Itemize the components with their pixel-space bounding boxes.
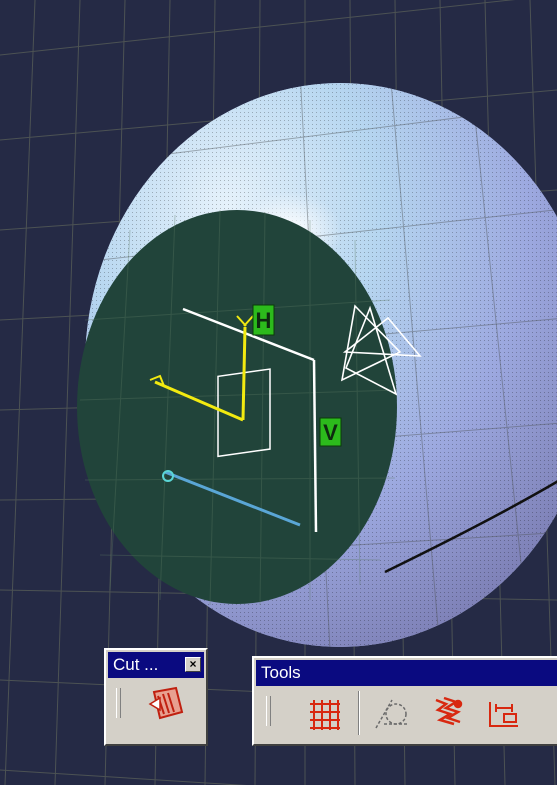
tools-toolbar-title: Tools <box>261 663 301 682</box>
cut-toolbar-title: Cut ... <box>113 655 159 674</box>
cut-part-by-plane-icon <box>148 686 184 720</box>
tools-toolbar[interactable]: Tools <box>252 656 557 746</box>
sketch-grid-icon <box>310 700 340 730</box>
axis-label-v: V <box>319 417 342 447</box>
tools-separator <box>358 691 360 735</box>
construction-button[interactable] <box>370 690 414 734</box>
dimensional-constraint-icon <box>489 702 518 727</box>
axis-label-h-text: H <box>256 308 272 333</box>
grid-button[interactable] <box>302 690 346 734</box>
3d-viewport[interactable]: H V Cut ... × Tools <box>0 0 557 785</box>
cut-toolbar[interactable]: Cut ... × <box>104 648 208 746</box>
snap-button[interactable] <box>426 690 470 734</box>
cut-part-button[interactable] <box>146 682 190 726</box>
sketch-plane-disc[interactable] <box>77 210 397 604</box>
cut-toolbar-grip[interactable] <box>116 688 121 718</box>
cut-toolbar-close-button[interactable]: × <box>185 657 201 672</box>
snap-to-point-icon <box>435 696 463 726</box>
tools-toolbar-titlebar[interactable]: Tools <box>256 660 557 686</box>
tools-toolbar-grip[interactable] <box>266 696 271 726</box>
construction-element-icon <box>375 699 408 729</box>
axis-label-h: H <box>252 304 275 336</box>
dimension-button[interactable] <box>482 690 526 734</box>
cut-toolbar-titlebar[interactable]: Cut ... × <box>108 652 204 678</box>
axis-label-v-text: V <box>323 420 338 445</box>
